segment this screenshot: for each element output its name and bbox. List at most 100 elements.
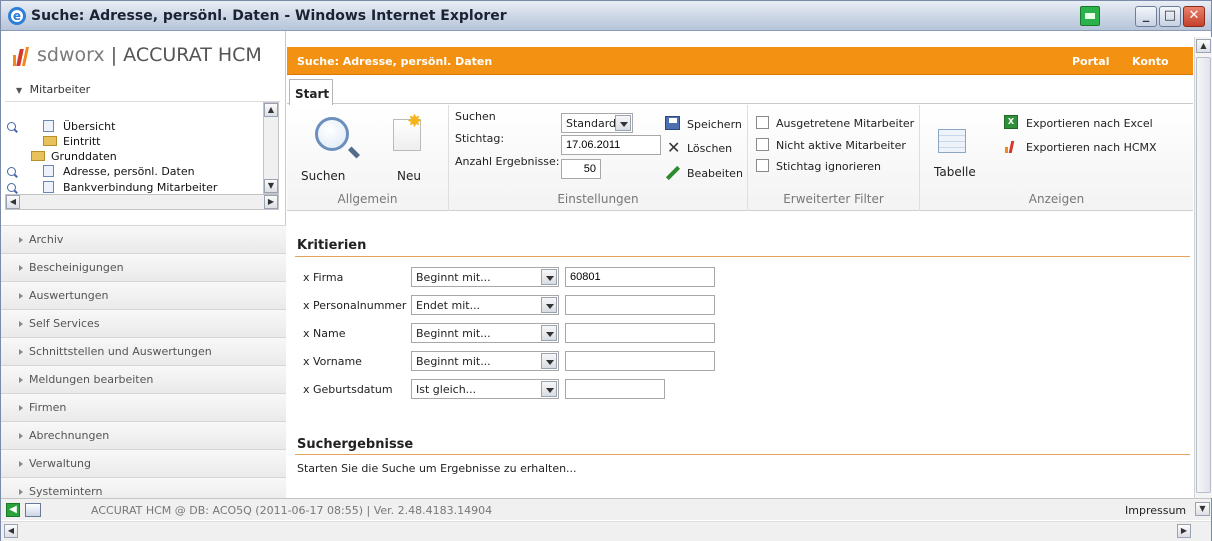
chevron-down-icon[interactable] <box>541 297 557 313</box>
hcmx-logo-icon <box>1004 140 1018 154</box>
chevron-down-icon[interactable] <box>541 353 557 369</box>
konto-link[interactable]: Konto <box>1132 55 1169 68</box>
sidebar-nav-item[interactable]: Archiv <box>1 225 286 253</box>
tree-vertical-scrollbar[interactable]: ▲ ▼ <box>263 102 279 194</box>
tabelle-button[interactable]: Tabelle <box>930 119 980 183</box>
printer-icon[interactable] <box>1080 6 1100 26</box>
chevron-right-icon <box>19 321 23 327</box>
kriterien-operator-select[interactable]: Beginnt mit... <box>411 267 559 287</box>
sidebar-nav-item[interactable]: Firmen <box>1 393 286 421</box>
kriterien-value-input[interactable] <box>565 351 715 371</box>
kriterien-operator-select[interactable]: Beginnt mit... <box>411 323 559 343</box>
ausgetretene-checkbox[interactable] <box>756 116 769 129</box>
sidebar-nav-item[interactable]: Self Services <box>1 309 286 337</box>
document-icon <box>43 120 54 132</box>
page-title: Suche: Adresse, persönl. Daten <box>297 55 493 68</box>
speichern-button[interactable]: Speichern <box>665 115 747 133</box>
sidebar-nav-item[interactable]: Abrechnungen <box>1 421 286 449</box>
ribbon: Suchen ✸ Neu Allgemein Suchen Standard S… <box>287 105 1193 211</box>
tree-item-eintritt[interactable]: Eintritt <box>7 134 267 149</box>
chevron-down-icon[interactable] <box>541 269 557 285</box>
scroll-up-arrow-icon[interactable]: ▲ <box>264 103 278 117</box>
sidebar-section-mitarbeiter[interactable]: ▼ Mitarbeiter <box>16 83 90 96</box>
kriterien-field-label: x Name <box>303 327 346 340</box>
search-icon[interactable] <box>7 122 16 131</box>
impressum-link[interactable]: Impressum <box>1125 504 1186 517</box>
main-content: Kritierien x Firma Beginnt mit... x Person… <box>287 212 1193 498</box>
group-label-anzeigen: Anzeigen <box>1028 192 1085 206</box>
loeschen-button[interactable]: ✕ Löschen <box>665 138 747 157</box>
suchen-button[interactable]: Suchen <box>291 109 363 183</box>
kriterien-operator-select[interactable]: Beginnt mit... <box>411 351 559 371</box>
sidebar-nav-item[interactable]: Verwaltung <box>1 449 286 477</box>
close-button[interactable]: ✕ <box>1183 6 1205 27</box>
maximize-button[interactable]: □ <box>1159 6 1181 27</box>
chevron-right-icon <box>19 265 23 271</box>
chevron-down-icon[interactable] <box>541 325 557 341</box>
nav-item-label: Abrechnungen <box>29 429 110 442</box>
ribbon-group-anzeigen: Tabelle X Exportieren nach Excel Exporti… <box>920 105 1193 211</box>
sidebar-nav-item[interactable]: Schnittstellen und Auswertungen <box>1 337 286 365</box>
tree-item-bankverbindung[interactable]: Bankverbindung Mitarbeiter <box>7 180 267 195</box>
kriterien-value-input[interactable] <box>565 295 715 315</box>
sidebar-nav-item[interactable]: Meldungen bearbeiten <box>1 365 286 393</box>
tree-item-grunddaten[interactable]: Grunddaten <box>7 149 267 164</box>
folder-open-icon <box>31 151 45 161</box>
kriterien-value-input[interactable] <box>565 323 715 343</box>
minimize-button[interactable]: _ <box>1135 6 1157 27</box>
nav-item-label: Archiv <box>29 233 64 246</box>
kriterien-value-input[interactable] <box>565 267 715 287</box>
section-label: Mitarbeiter <box>29 83 91 96</box>
scroll-right-arrow-icon[interactable]: ▶ <box>1177 524 1191 538</box>
kriterien-value-input[interactable] <box>565 379 665 399</box>
ribbon-group-allgemein: Suchen ✸ Neu Allgemein <box>287 105 449 211</box>
scroll-down-arrow-icon[interactable]: ▼ <box>1195 502 1210 516</box>
nav-item-label: Auswertungen <box>29 289 109 302</box>
kriterien-operator-select[interactable]: Ist gleich... <box>411 379 559 399</box>
search-icon[interactable] <box>7 183 16 192</box>
back-icon[interactable]: ◀ <box>6 503 20 517</box>
nav-item-label: Systemintern <box>29 485 103 498</box>
scrollbar-thumb[interactable] <box>1196 57 1211 493</box>
scroll-right-arrow-icon[interactable]: ▶ <box>264 195 278 209</box>
nicht-aktive-checkbox[interactable] <box>756 138 769 151</box>
bearbeiten-label: Beabeiten <box>687 167 743 180</box>
suchen-profile-value: Standard <box>566 117 617 130</box>
page-header-bar: Suche: Adresse, persönl. Daten Portal Ko… <box>287 47 1193 75</box>
sidebar-nav-item[interactable]: Auswertungen <box>1 281 286 309</box>
scroll-down-arrow-icon[interactable]: ▼ <box>264 179 278 193</box>
anzahl-ergebnisse-input[interactable] <box>561 159 601 179</box>
neu-button[interactable]: ✸ Neu <box>383 109 433 183</box>
kriterien-operator-value: Beginnt mit... <box>416 327 491 340</box>
tree-item-uebersicht[interactable]: Übersicht <box>7 119 267 134</box>
scroll-left-arrow-icon[interactable]: ◀ <box>6 195 20 209</box>
browser-window: e Suche: Adresse, persönl. Daten - Windo… <box>0 0 1212 541</box>
sidebar-nav-item[interactable]: Bescheinigungen <box>1 253 286 281</box>
export-excel-button[interactable]: X Exportieren nach Excel <box>1000 115 1190 133</box>
suchen-profile-select[interactable]: Standard <box>561 113 633 133</box>
chevron-down-icon[interactable] <box>615 115 631 131</box>
print-icon[interactable] <box>25 503 41 517</box>
suchen-label: Suchen <box>301 169 346 183</box>
bearbeiten-button[interactable]: Beabeiten <box>665 163 747 181</box>
browser-horizontal-scrollbar[interactable]: ◀ ▶ <box>1 521 1211 541</box>
tab-start[interactable]: Start <box>289 79 333 105</box>
export-excel-label: Exportieren nach Excel <box>1026 117 1153 130</box>
main-vertical-scrollbar[interactable]: ▲ <box>1194 37 1212 498</box>
delete-x-icon: ✕ <box>667 138 681 157</box>
search-icon[interactable] <box>7 167 16 176</box>
stichtag-label: Stichtag: <box>455 132 505 145</box>
chevron-right-icon <box>19 349 23 355</box>
stichtag-ignorieren-checkbox[interactable] <box>756 159 769 172</box>
portal-link[interactable]: Portal <box>1072 55 1110 68</box>
scroll-left-arrow-icon[interactable]: ◀ <box>4 524 18 538</box>
tree-item-label: Adresse, persönl. Daten <box>63 165 195 178</box>
chevron-down-icon[interactable] <box>541 381 557 397</box>
stichtag-input[interactable] <box>561 135 661 155</box>
scroll-up-arrow-icon[interactable]: ▲ <box>1196 39 1211 53</box>
chevron-right-icon <box>19 405 23 411</box>
tree-item-adresse[interactable]: Adresse, persönl. Daten <box>7 164 267 179</box>
export-hcmx-button[interactable]: Exportieren nach HCMX <box>1000 139 1190 157</box>
tree-horizontal-scrollbar[interactable]: ◀ ▶ <box>5 194 279 210</box>
kriterien-operator-select[interactable]: Endet mit... <box>411 295 559 315</box>
